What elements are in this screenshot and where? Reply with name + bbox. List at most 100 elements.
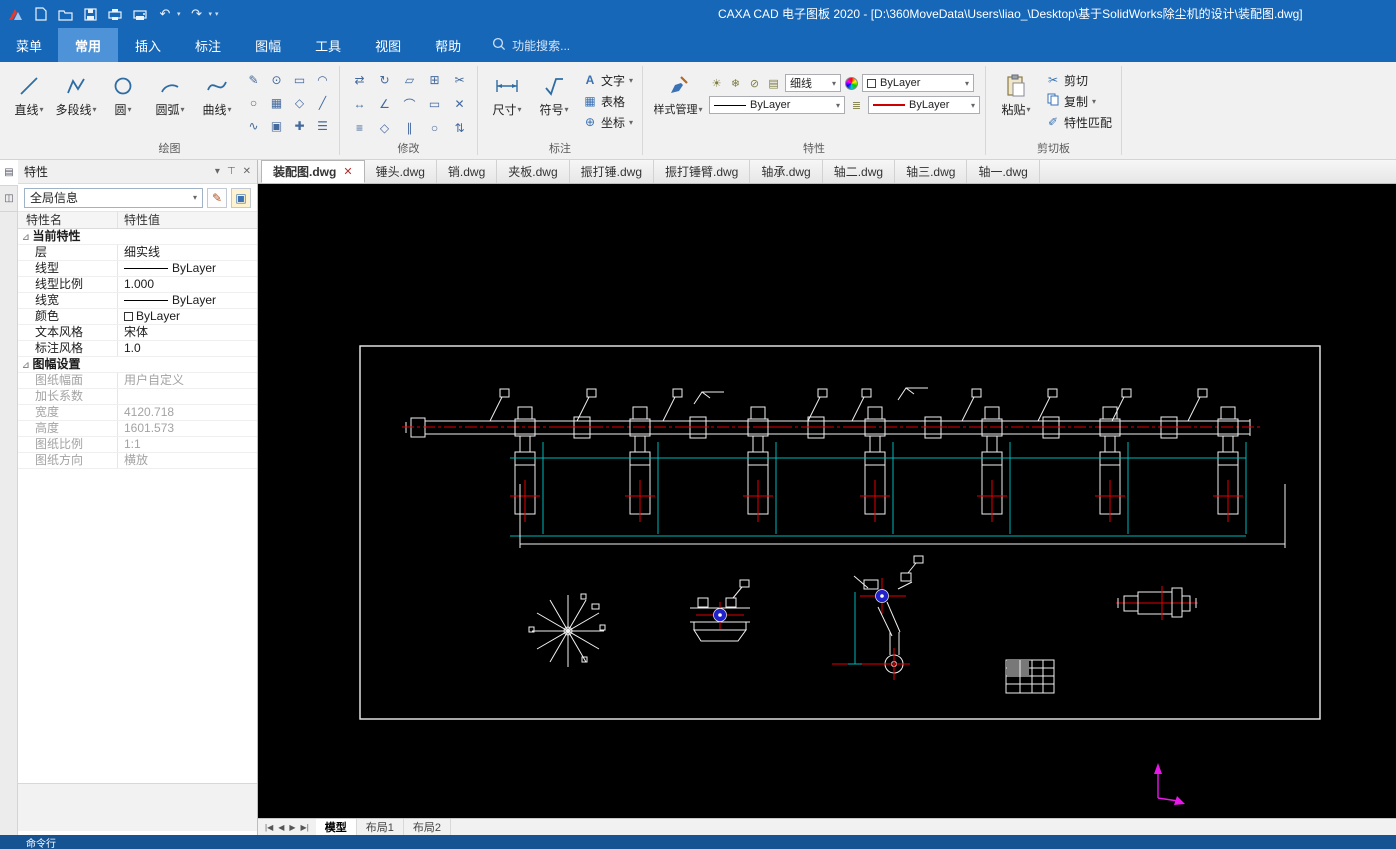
- ribbon-tab-common[interactable]: 常用: [58, 28, 118, 62]
- ribbon-tab-sheet[interactable]: 图幅: [238, 28, 298, 62]
- delete-tool-icon[interactable]: ✕: [447, 92, 472, 116]
- function-search[interactable]: 功能搜索...: [492, 28, 570, 62]
- print-icon[interactable]: [106, 5, 124, 23]
- dimension-button[interactable]: 尺寸▾: [485, 66, 529, 138]
- next-layout-icon[interactable]: ▶: [289, 823, 295, 832]
- cross-tool-icon[interactable]: ✚: [288, 114, 311, 137]
- layer-plot-icon[interactable]: ▤: [766, 77, 781, 90]
- copyobj-tool-icon[interactable]: ⇅: [447, 116, 472, 140]
- save-icon[interactable]: [81, 5, 99, 23]
- color-wheel-icon[interactable]: [845, 77, 858, 90]
- fillet-tool-icon[interactable]: ⌒: [397, 92, 422, 116]
- style-manager-button[interactable]: 样式管理▾: [650, 66, 706, 138]
- polygon-tool-icon[interactable]: ◇: [288, 91, 311, 114]
- property-row-sheet-size[interactable]: 图纸幅面 用户自定义: [18, 373, 257, 389]
- last-layout-icon[interactable]: ▶|: [301, 823, 309, 832]
- linetype-combo[interactable]: ByLayer▾: [709, 96, 845, 114]
- text-button[interactable]: A文字▾: [579, 70, 637, 90]
- doc-tab-shaft-2[interactable]: 轴二.dwg: [823, 160, 895, 183]
- explode-tool-icon[interactable]: ≡: [347, 116, 372, 140]
- lines-tool-icon[interactable]: ☰: [311, 114, 334, 137]
- ribbon-tab-tools[interactable]: 工具: [298, 28, 358, 62]
- doc-tab-shaft-3[interactable]: 轴三.dwg: [895, 160, 967, 183]
- rotate-tool-icon[interactable]: ↻: [372, 68, 397, 92]
- doc-tab-rapping-hammer-arm[interactable]: 振打锤臂.dwg: [654, 160, 750, 183]
- property-row-sheet-scale[interactable]: 图纸比例 1:1: [18, 437, 257, 453]
- align-tool-icon[interactable]: ∥: [397, 116, 422, 140]
- layer-on-icon[interactable]: ☀: [709, 77, 724, 90]
- property-row-height[interactable]: 高度 1601.573: [18, 421, 257, 437]
- chamfer-tool-icon[interactable]: ∠: [372, 92, 397, 116]
- ribbon-tab-insert[interactable]: 插入: [118, 28, 178, 62]
- linetype-options-icon[interactable]: ≣: [849, 99, 864, 112]
- ray-tool-icon[interactable]: ╱: [311, 91, 334, 114]
- new-file-icon[interactable]: [31, 5, 49, 23]
- property-row-linetype[interactable]: 线型 ByLayer: [18, 261, 257, 277]
- move-tool-icon[interactable]: ⇄: [347, 68, 372, 92]
- curve-button[interactable]: 曲线▾: [195, 66, 239, 138]
- lineweight-quick-combo[interactable]: 细线▾: [785, 74, 841, 92]
- pin-icon[interactable]: ⊤: [227, 166, 236, 177]
- line-button[interactable]: 直线▾: [7, 66, 51, 138]
- undo-dropdown-icon[interactable]: ▾: [177, 10, 181, 18]
- section-current-properties[interactable]: ⊿当前特性: [18, 229, 257, 245]
- break-tool-icon[interactable]: ○: [422, 116, 447, 140]
- panel-tab-library[interactable]: ◫: [0, 186, 18, 212]
- first-layout-icon[interactable]: |◀: [265, 823, 273, 832]
- circle-button[interactable]: 圆▾: [101, 66, 145, 138]
- prev-layout-icon[interactable]: ◀: [278, 823, 284, 832]
- color-combo[interactable]: ByLayer▾: [862, 74, 974, 92]
- layer-settings-icon[interactable]: ▣: [231, 188, 251, 208]
- undo-icon[interactable]: ↶: [156, 5, 174, 23]
- doc-tab-pin[interactable]: 销.dwg: [437, 160, 497, 183]
- stretch-tool-icon[interactable]: ↔: [347, 92, 372, 116]
- hatch-tool-icon[interactable]: ▦: [265, 91, 288, 114]
- ribbon-tab-view[interactable]: 视图: [358, 28, 418, 62]
- drawing-canvas[interactable]: [258, 184, 1396, 818]
- doc-tab-clamp-plate[interactable]: 夹板.dwg: [497, 160, 569, 183]
- property-row-text-style[interactable]: 文本风格 宋体: [18, 325, 257, 341]
- scale-tool-icon[interactable]: ◇: [372, 116, 397, 140]
- layout-tab-layout2[interactable]: 布局2: [404, 819, 451, 835]
- close-doc-icon[interactable]: ✕: [343, 165, 352, 178]
- redo-dropdown-icon[interactable]: ▾: [209, 10, 213, 18]
- layer-lock-icon[interactable]: ⊘: [747, 77, 762, 90]
- doc-tab-hammer-head[interactable]: 锤头.dwg: [365, 160, 437, 183]
- menu-button[interactable]: 菜单: [0, 28, 58, 62]
- match-properties-button[interactable]: ✐特性匹配: [1042, 112, 1116, 132]
- property-row-lineweight[interactable]: 线宽 ByLayer: [18, 293, 257, 309]
- wave-tool-icon[interactable]: ∿: [242, 114, 265, 137]
- layout-tab-model[interactable]: 模型: [316, 819, 357, 835]
- copy-button[interactable]: 复制▾: [1042, 91, 1116, 111]
- ribbon-tab-annotate[interactable]: 标注: [178, 28, 238, 62]
- offset-tool-icon[interactable]: ▭: [422, 92, 447, 116]
- property-row-sheet-orientation[interactable]: 图纸方向 横放: [18, 453, 257, 469]
- ribbon-tab-help[interactable]: 帮助: [418, 28, 478, 62]
- paste-button[interactable]: 粘贴▾: [993, 66, 1039, 138]
- halfarc-tool-icon[interactable]: ◠: [311, 68, 334, 91]
- property-row-linetype-scale[interactable]: 线型比例 1.000: [18, 277, 257, 293]
- cut-button[interactable]: ✂剪切: [1042, 70, 1116, 90]
- layout-tab-layout1[interactable]: 布局1: [357, 819, 404, 835]
- edit-properties-icon[interactable]: ✎: [207, 188, 227, 208]
- polyline-button[interactable]: 多段线▾: [54, 66, 98, 138]
- spline-tool-icon[interactable]: ✎: [242, 68, 265, 91]
- panel-menu-icon[interactable]: ▾: [215, 166, 220, 177]
- redo-icon[interactable]: ↷: [188, 5, 206, 23]
- rectangle-tool-icon[interactable]: ▭: [288, 68, 311, 91]
- property-row-layer[interactable]: 层 细实线: [18, 245, 257, 261]
- property-row-extension-factor[interactable]: 加长系数: [18, 389, 257, 405]
- table-button[interactable]: ▦表格: [579, 91, 637, 111]
- panel-tab-properties[interactable]: ▤: [0, 160, 18, 186]
- property-row-dim-style[interactable]: 标注风格 1.0: [18, 341, 257, 357]
- property-row-color[interactable]: 颜色 ByLayer: [18, 309, 257, 325]
- command-bar[interactable]: 命令行: [0, 835, 1396, 849]
- doc-tab-bearing[interactable]: 轴承.dwg: [750, 160, 822, 183]
- doc-tab-shaft-1[interactable]: 轴一.dwg: [967, 160, 1039, 183]
- coordinate-button[interactable]: ⊕坐标▾: [579, 112, 637, 132]
- point-tool-icon[interactable]: ⊙: [265, 68, 288, 91]
- property-row-width[interactable]: 宽度 4120.718: [18, 405, 257, 421]
- lineweight-combo[interactable]: ByLayer▾: [868, 96, 980, 114]
- plot-icon[interactable]: [131, 5, 149, 23]
- symbol-button[interactable]: 符号▾: [532, 66, 576, 138]
